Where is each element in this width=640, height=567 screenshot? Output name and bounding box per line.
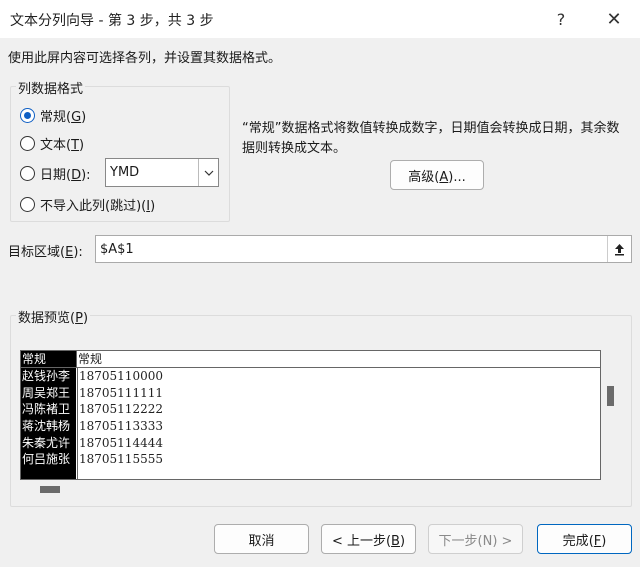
radio-text[interactable]: 文本(T): [20, 134, 84, 153]
next-button[interactable]: 下一步(N) >: [428, 524, 523, 554]
help-button[interactable]: ?: [541, 6, 581, 32]
preview-cell: 18705112222: [79, 402, 163, 417]
column-format-title: 列数据格式: [16, 78, 86, 97]
radio-skip-label: 不导入此列(跳过)(I): [40, 199, 156, 214]
close-icon: ✕: [606, 8, 622, 30]
title-bar: 文本分列向导 - 第 3 步，共 3 步 ? ✕: [0, 0, 640, 38]
radio-text-label: 文本(T): [40, 138, 85, 153]
preview-column-2[interactable]: 18705110000 18705111111 18705112222 1870…: [77, 368, 600, 479]
preview-cell: 蒋沈韩杨: [22, 419, 71, 434]
format-description: “常规”数据格式将数值转换成数字，日期值会转换成日期，其余数据则转换成文本。: [242, 121, 620, 156]
help-icon: ?: [556, 9, 566, 29]
preview-cell: 18705110000: [79, 369, 163, 383]
cancel-button[interactable]: 取消: [214, 524, 309, 554]
preview-vertical-scrollbar[interactable]: [601, 367, 621, 480]
radio-general-label: 常规(G): [40, 110, 87, 125]
finish-button-label: 完成(F): [562, 533, 607, 549]
advanced-button[interactable]: 高级(A)...: [390, 160, 484, 190]
radio-date-indicator[interactable]: [20, 166, 35, 181]
preview-cell: 18705113333: [79, 419, 163, 434]
preview-cell: 朱秦尤许: [22, 435, 71, 450]
preview-cell: 冯陈褚卫: [22, 402, 71, 417]
target-field[interactable]: $A$1: [95, 235, 632, 263]
radio-text-indicator[interactable]: [20, 136, 35, 151]
radio-date[interactable]: 日期(D):: [20, 164, 91, 183]
horizontal-scroll-thumb[interactable]: [40, 486, 60, 493]
radio-date-label: 日期(D):: [40, 168, 91, 183]
radio-general-indicator[interactable]: [20, 108, 35, 123]
vertical-scroll-thumb[interactable]: [607, 386, 614, 406]
window-title: 文本分列向导 - 第 3 步，共 3 步: [10, 13, 214, 29]
finish-button[interactable]: 完成(F): [537, 524, 632, 554]
preview-cell: 周吴郑王: [22, 385, 71, 400]
preview-column-1[interactable]: 赵钱孙李 周吴郑王 冯陈褚卫 蒋沈韩杨 朱秦尤许 何吕施张: [21, 368, 76, 479]
radio-general[interactable]: 常规(G): [20, 106, 86, 125]
preview-header: 常规 常规: [21, 351, 600, 368]
preview-cell: 18705111111: [79, 385, 163, 400]
arrow-up-icon: [615, 243, 624, 255]
back-button-label: < 上一步(B): [331, 533, 406, 549]
preview-cell: 18705114444: [79, 435, 163, 450]
collapse-dialog-button[interactable]: [607, 236, 631, 262]
preview-cell: 何吕施张: [22, 452, 71, 467]
preview-cell: 18705115555: [79, 452, 163, 467]
instruction-text: 使用此屏内容可选择各列，并设置其数据格式。: [8, 51, 282, 66]
date-format-select[interactable]: YMD: [105, 158, 219, 187]
preview-cell: 赵钱孙李: [22, 369, 71, 383]
advanced-button-label: 高级(A)...: [408, 169, 466, 185]
data-preview-grid[interactable]: 常规 常规 赵钱孙李 周吴郑王 冯陈褚卫 蒋沈韩杨 朱秦尤许 何吕施张 1870…: [20, 350, 601, 480]
date-format-value: YMD: [110, 165, 140, 180]
radio-skip[interactable]: 不导入此列(跳过)(I): [20, 195, 155, 214]
chevron-down-icon[interactable]: [198, 159, 218, 186]
data-preview-title: 数据预览(P): [16, 307, 91, 326]
radio-skip-indicator[interactable]: [20, 197, 35, 212]
preview-header-col1[interactable]: 常规: [21, 351, 76, 367]
back-button[interactable]: < 上一步(B): [321, 524, 416, 554]
preview-header-col2[interactable]: 常规: [76, 351, 600, 367]
close-button[interactable]: ✕: [594, 6, 634, 32]
target-label: 目标区域(E):: [8, 245, 83, 260]
target-value[interactable]: $A$1: [96, 242, 607, 257]
